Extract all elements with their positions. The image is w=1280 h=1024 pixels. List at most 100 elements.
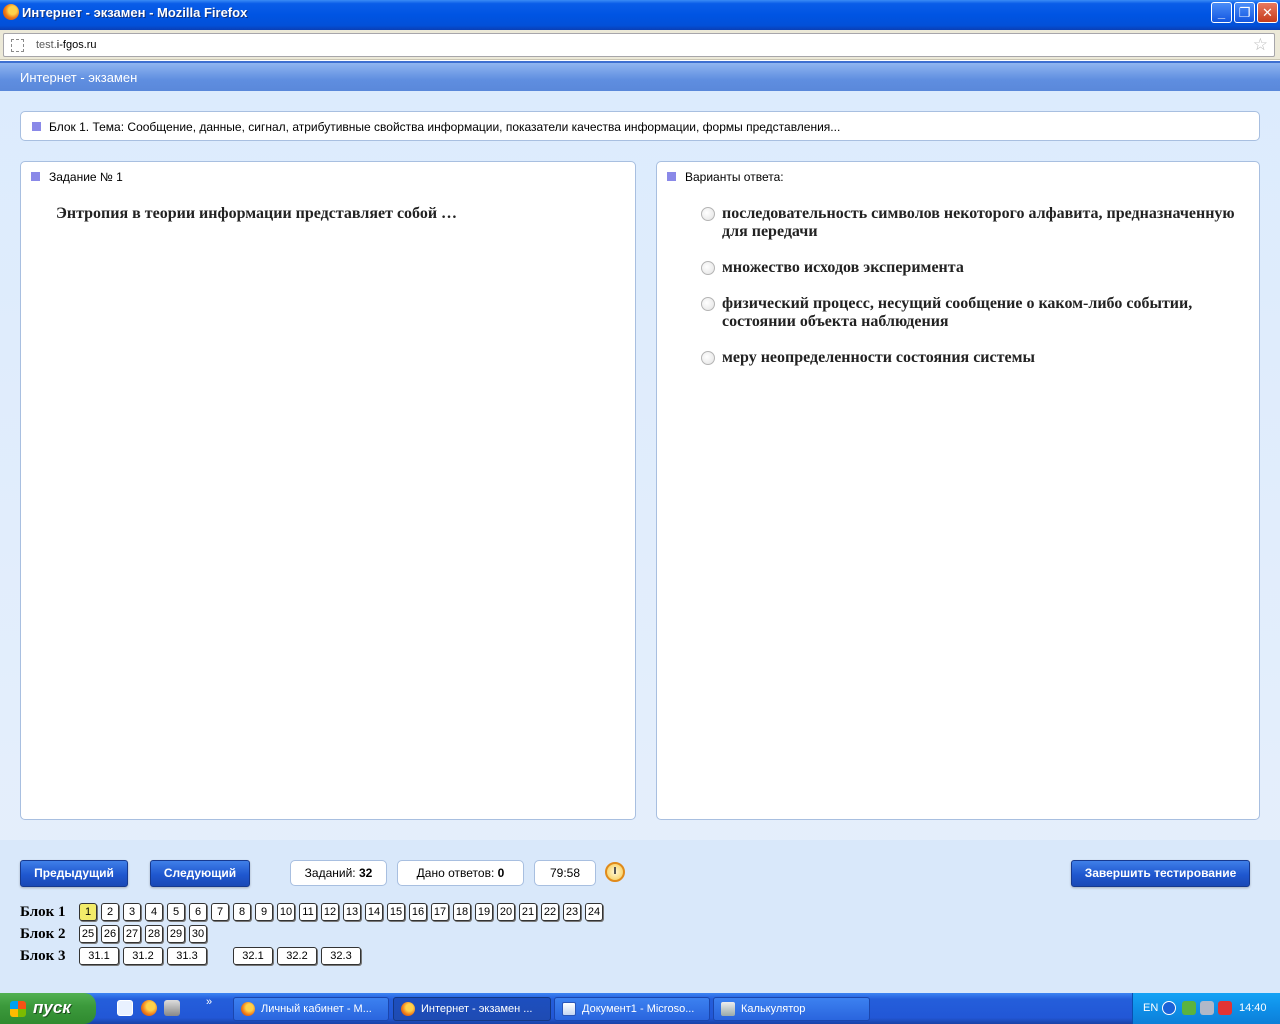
question-nav-button[interactable]: 32.1 xyxy=(233,947,273,965)
address-bar: test.i-fgos.ru ☆ xyxy=(0,30,1280,60)
firefox-icon xyxy=(241,1002,255,1016)
question-nav-button[interactable]: 9 xyxy=(255,903,273,921)
timer-badge: 79:58 xyxy=(534,860,596,886)
network-icon[interactable] xyxy=(1182,1001,1196,1015)
system-tray: EN 14:40 xyxy=(1132,993,1280,1024)
taskbar-item-internet-exam[interactable]: Интернет - экзамен ... xyxy=(393,997,551,1021)
answer-option-3[interactable]: физический процесс, несущий сообщение о … xyxy=(701,295,1241,331)
bottom-controls: Предыдущий Следующий Заданий: 32 Дано от… xyxy=(0,840,1280,993)
question-text: Энтропия в теории информации представляе… xyxy=(56,205,458,222)
firefox-launch-icon[interactable] xyxy=(141,1000,157,1016)
question-nav-button[interactable]: 17 xyxy=(431,903,449,921)
block-label: Блок 1 xyxy=(20,904,66,920)
bullet-square-icon xyxy=(667,172,676,181)
url-text: test.i-fgos.ru xyxy=(36,39,97,51)
question-nav-button[interactable]: 23 xyxy=(563,903,581,921)
block-row-2: Блок 2 25 26 27 28 29 30 xyxy=(20,925,620,945)
question-nav-button[interactable]: 16 xyxy=(409,903,427,921)
question-nav-button[interactable]: 5 xyxy=(167,903,185,921)
taskbar-item-label: Интернет - экзамен ... xyxy=(421,1003,533,1015)
question-nav-button[interactable]: 20 xyxy=(497,903,515,921)
question-nav-button[interactable]: 13 xyxy=(343,903,361,921)
answer-option-4[interactable]: меру неопределенности состояния системы xyxy=(701,349,1241,367)
page-header: Интернет - экзамен xyxy=(0,61,1280,91)
question-nav-button[interactable]: 26 xyxy=(101,925,119,943)
question-nav-button[interactable]: 31.1 xyxy=(79,947,119,965)
taskbar-item-label: Документ1 - Microso... xyxy=(582,1003,695,1015)
question-nav-button[interactable]: 14 xyxy=(365,903,383,921)
taskbar-item-personal-cabinet[interactable]: Личный кабинет - М... xyxy=(233,997,389,1021)
windows-flag-icon xyxy=(10,1001,26,1017)
answer-label: физический процесс, несущий сообщение о … xyxy=(722,295,1193,330)
topic-text: Блок 1. Тема: Сообщение, данные, сигнал,… xyxy=(49,120,841,134)
language-indicator[interactable]: EN xyxy=(1143,1002,1158,1014)
question-nav-button[interactable]: 22 xyxy=(541,903,559,921)
radio-button[interactable] xyxy=(701,207,715,221)
url-field[interactable]: test.i-fgos.ru ☆ xyxy=(3,33,1275,57)
taskbar-item-calculator[interactable]: Калькулятор xyxy=(713,997,870,1021)
question-nav-button[interactable]: 4 xyxy=(145,903,163,921)
question-nav-button[interactable]: 31.2 xyxy=(123,947,163,965)
minimize-button[interactable]: _ xyxy=(1211,2,1232,23)
site-identity-icon[interactable] xyxy=(11,39,24,52)
answer-label: меру неопределенности состояния системы xyxy=(722,349,1035,366)
answers-heading: Варианты ответа: xyxy=(685,170,784,184)
close-button[interactable]: ✕ xyxy=(1257,2,1278,23)
block-row-3: Блок 3 31.1 31.2 31.3 32.1 32.2 32.3 xyxy=(20,947,620,967)
block-row-1: Блок 1 1 2 3 4 5 6 7 8 9 10 11 12 13 14 … xyxy=(20,903,620,923)
tray-expand-icon[interactable] xyxy=(1162,1001,1176,1015)
maximize-button[interactable]: ❐ xyxy=(1234,2,1255,23)
finish-test-button[interactable]: Завершить тестирование xyxy=(1071,860,1250,887)
question-nav-button[interactable]: 11 xyxy=(299,903,317,921)
bookmark-star-icon[interactable]: ☆ xyxy=(1253,35,1268,55)
question-nav-button[interactable]: 25 xyxy=(79,925,97,943)
question-nav-button[interactable]: 28 xyxy=(145,925,163,943)
next-button[interactable]: Следующий xyxy=(150,860,250,887)
question-nav-button[interactable]: 18 xyxy=(453,903,471,921)
question-nav-button[interactable]: 24 xyxy=(585,903,603,921)
taskbar-item-document[interactable]: Документ1 - Microso... xyxy=(554,997,710,1021)
tasks-count-badge: Заданий: 32 xyxy=(290,860,387,886)
window-titlebar: Интернет - экзамен - Mozilla Firefox _ ❐… xyxy=(0,0,1280,30)
question-nav-button[interactable]: 32.3 xyxy=(321,947,361,965)
scanner-icon[interactable] xyxy=(164,1000,180,1016)
answer-option-2[interactable]: множество исходов эксперимента xyxy=(701,259,1241,277)
question-nav-button[interactable]: 1 xyxy=(79,903,97,921)
block-label: Блок 2 xyxy=(20,926,66,942)
window-title: Интернет - экзамен - Mozilla Firefox xyxy=(22,5,248,20)
safely-remove-icon[interactable] xyxy=(1200,1001,1214,1015)
question-nav-button[interactable]: 29 xyxy=(167,925,185,943)
desktop-icon[interactable] xyxy=(117,1000,133,1016)
prev-button[interactable]: Предыдущий xyxy=(20,860,128,887)
question-nav-button[interactable]: 6 xyxy=(189,903,207,921)
question-nav-button[interactable]: 15 xyxy=(387,903,405,921)
antivirus-icon[interactable] xyxy=(1218,1001,1232,1015)
answered-count-badge: Дано ответов: 0 xyxy=(397,860,524,886)
start-button[interactable]: пуск xyxy=(0,993,96,1024)
radio-button[interactable] xyxy=(701,351,715,365)
question-nav-button[interactable]: 7 xyxy=(211,903,229,921)
question-nav-button[interactable]: 30 xyxy=(189,925,207,943)
question-nav-button[interactable]: 3 xyxy=(123,903,141,921)
page-content: Интернет - экзамен Блок 1. Тема: Сообщен… xyxy=(0,61,1280,993)
question-nav-button[interactable]: 32.2 xyxy=(277,947,317,965)
question-nav-button[interactable]: 19 xyxy=(475,903,493,921)
radio-button[interactable] xyxy=(701,261,715,275)
firefox-logo-icon xyxy=(3,4,19,20)
radio-button[interactable] xyxy=(701,297,715,311)
answer-label: последовательность символов некоторого а… xyxy=(722,205,1235,240)
word-icon xyxy=(562,1002,576,1016)
answer-option-1[interactable]: последовательность символов некоторого а… xyxy=(701,205,1241,241)
question-nav-button[interactable]: 10 xyxy=(277,903,295,921)
question-nav-button[interactable]: 12 xyxy=(321,903,339,921)
question-nav-button[interactable]: 27 xyxy=(123,925,141,943)
calculator-icon xyxy=(721,1002,735,1016)
taskbar-item-label: Личный кабинет - М... xyxy=(261,1003,372,1015)
question-nav-button[interactable]: 8 xyxy=(233,903,251,921)
question-nav-button[interactable]: 31.3 xyxy=(167,947,207,965)
quicklaunch-chevron-icon[interactable]: » xyxy=(206,996,212,1008)
question-nav-button[interactable]: 2 xyxy=(101,903,119,921)
task-heading: Задание № 1 xyxy=(49,170,123,184)
block-label: Блок 3 xyxy=(20,948,66,964)
question-nav-button[interactable]: 21 xyxy=(519,903,537,921)
